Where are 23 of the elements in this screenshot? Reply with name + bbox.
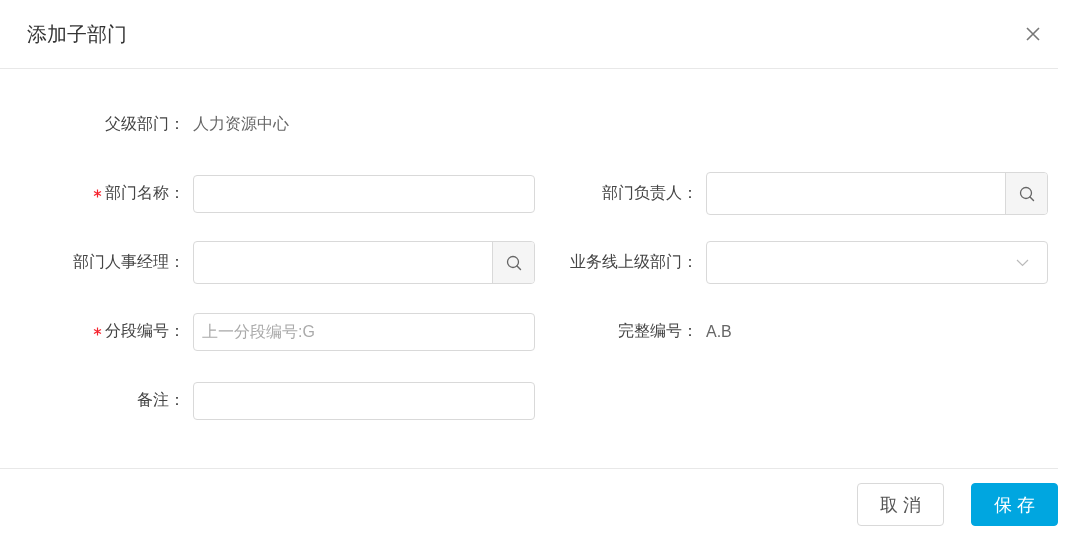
search-icon bbox=[505, 254, 522, 271]
search-button[interactable] bbox=[1005, 173, 1047, 214]
field-label: 部门名称： bbox=[105, 183, 185, 203]
field-label: 分段编号： bbox=[105, 321, 185, 341]
field-value: A.B bbox=[706, 322, 733, 341]
field-label: 完整编号： bbox=[618, 321, 698, 341]
select-field[interactable] bbox=[706, 241, 1048, 284]
search-button[interactable] bbox=[492, 242, 534, 283]
field-label: 部门负责人： bbox=[602, 183, 698, 203]
search-field[interactable] bbox=[706, 172, 1048, 215]
dialog-title: 添加子部门 bbox=[27, 21, 127, 47]
chevron-down-icon bbox=[1016, 258, 1029, 267]
field-label: 父级部门： bbox=[105, 114, 185, 134]
search-field[interactable] bbox=[193, 241, 535, 284]
input-field[interactable] bbox=[193, 381, 535, 420]
input-field[interactable] bbox=[193, 174, 535, 213]
field-label: 业务线上级部门： bbox=[570, 252, 698, 272]
field-label: 备注： bbox=[137, 390, 185, 410]
input-field[interactable]: 上一分段编号:G bbox=[193, 312, 535, 351]
field-value: 人力资源中心 bbox=[193, 114, 290, 134]
cancel-button[interactable]: 取消 bbox=[857, 483, 944, 526]
search-icon bbox=[1018, 185, 1035, 202]
field-label: 部门人事经理： bbox=[73, 252, 185, 272]
